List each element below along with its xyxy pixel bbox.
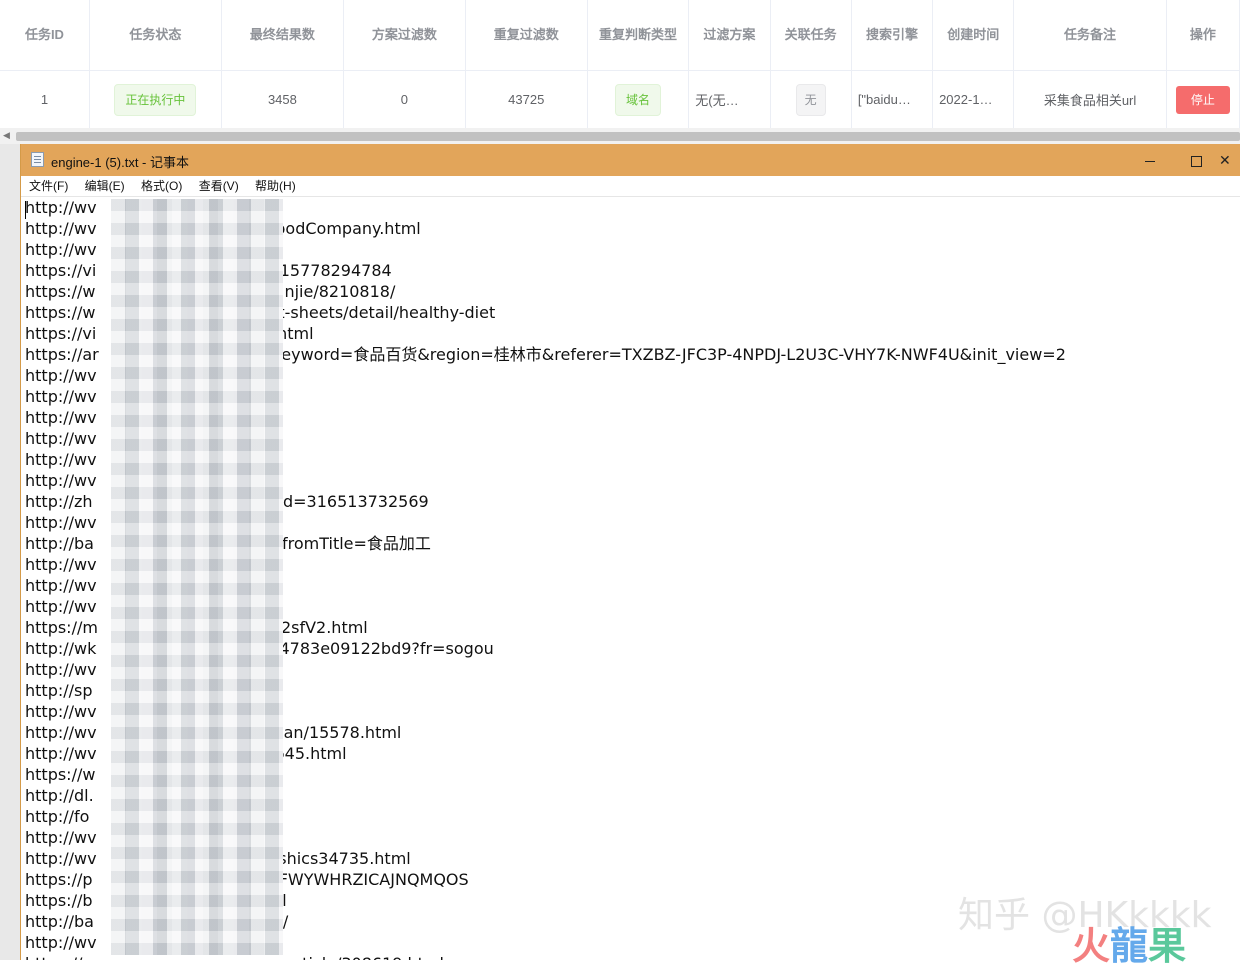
cell-task-id: 1 — [0, 70, 90, 129]
table-row: 1 正在执行中 3458 0 43725 域名 无(无… 无 ["baidu… … — [0, 70, 1240, 129]
header-final-results[interactable]: 最终结果数 — [221, 0, 344, 71]
logo-char-3: 果 — [1148, 924, 1187, 968]
header-related-task[interactable]: 关联任务 — [770, 0, 852, 71]
cell-task-note: 采集食品相关url — [1013, 70, 1167, 129]
stop-button[interactable]: 停止 — [1175, 85, 1230, 114]
minimize-icon — [1145, 160, 1155, 162]
task-table: 任务ID 任务状态 最终结果数 方案过滤数 重复过滤数 重复判断类型 过滤方案 … — [0, 0, 1240, 129]
logo-char-1: 火 — [1072, 924, 1111, 968]
cell-related-task: 无 — [770, 70, 852, 129]
close-button[interactable]: ✕ — [1219, 144, 1240, 176]
menu-edit[interactable]: 编辑(E) — [85, 176, 125, 196]
cell-duplicate-filtered: 43725 — [465, 70, 588, 129]
cell-created-time: 2022-1… — [932, 70, 1015, 129]
cell-final-results: 3458 — [221, 70, 344, 129]
cell-dedupe-type: 域名 — [587, 70, 690, 129]
cell-search-engine: ["baidu… — [851, 70, 934, 129]
header-filter-scheme[interactable]: 过滤方案 — [688, 0, 771, 71]
table-header-row: 任务ID 任务状态 最终结果数 方案过滤数 重复过滤数 重复判断类型 过滤方案 … — [0, 0, 1240, 71]
desktop-background — [0, 144, 20, 960]
window-title: engine-1 (5).txt - 记事本 — [51, 155, 189, 170]
header-scheme-filtered[interactable]: 方案过滤数 — [343, 0, 466, 71]
maximize-icon — [1190, 155, 1202, 167]
minimize-button[interactable] — [1127, 144, 1173, 176]
menu-view[interactable]: 查看(V) — [199, 176, 239, 196]
text-caret — [25, 201, 26, 219]
notepad-window: engine-1 (5).txt - 记事本 ✕ 文件(F) 编辑(E) 格式(… — [20, 144, 1240, 960]
logo-char-2: 龍 — [1110, 924, 1149, 968]
status-badge: 正在执行中 — [114, 83, 197, 116]
header-duplicate-filtered[interactable]: 重复过滤数 — [465, 0, 588, 71]
header-action: 操作 — [1166, 0, 1240, 71]
cell-task-status: 正在执行中 — [89, 70, 222, 129]
scroll-left-arrow-icon[interactable]: ◀ — [3, 130, 10, 141]
related-task-badge: 无 — [795, 83, 826, 116]
header-dedupe-type[interactable]: 重复判断类型 — [587, 0, 690, 71]
header-created-time[interactable]: 创建时间 — [932, 0, 1015, 71]
menu-file[interactable]: 文件(F) — [29, 176, 68, 196]
pixelated-redaction — [111, 199, 283, 955]
cell-scheme-filtered: 0 — [343, 70, 466, 129]
maximize-button[interactable] — [1173, 144, 1219, 176]
close-icon: ✕ — [1219, 152, 1231, 168]
header-task-id[interactable]: 任务ID — [0, 0, 90, 71]
dedupe-type-badge: 域名 — [614, 83, 661, 116]
header-task-note[interactable]: 任务备注 — [1013, 0, 1167, 71]
menu-help[interactable]: 帮助(H) — [255, 176, 296, 196]
titlebar[interactable]: engine-1 (5).txt - 记事本 ✕ — [21, 144, 1240, 176]
cell-action: 停止 — [1166, 70, 1240, 129]
notepad-icon — [31, 152, 44, 167]
cell-filter-scheme: 无(无… — [688, 70, 771, 129]
header-task-status[interactable]: 任务状态 — [89, 0, 222, 71]
header-search-engine[interactable]: 搜索引擎 — [851, 0, 934, 71]
text-editor[interactable]: http://wv http://wv owInfo/FoodCompany.ht… — [21, 197, 1240, 960]
menubar: 文件(F) 编辑(E) 格式(O) 查看(V) 帮助(H) — [21, 176, 1240, 197]
logo: 火龍果 — [1072, 915, 1186, 970]
horizontal-scrollbar[interactable]: ◀ — [0, 128, 1240, 144]
scrollbar-thumb[interactable] — [16, 132, 1240, 141]
menu-format[interactable]: 格式(O) — [141, 176, 182, 196]
